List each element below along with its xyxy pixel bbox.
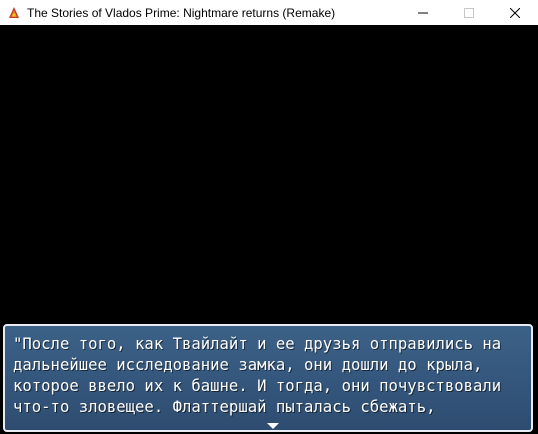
title-bar[interactable]: The Stories of Vlados Prime: Nightmare r…: [0, 0, 538, 25]
minimize-button[interactable]: [400, 0, 446, 25]
message-line: что-то зловещее. Флаттершай пыталась сбе…: [13, 398, 436, 416]
app-icon: [6, 5, 22, 21]
message-line: дальнейшее исследование замка, они дошли…: [13, 356, 483, 374]
window-controls: [400, 0, 538, 25]
close-icon: [509, 3, 521, 22]
down-arrow-icon[interactable]: [267, 423, 279, 429]
maximize-icon: [464, 3, 474, 22]
close-button[interactable]: [492, 0, 538, 25]
message-window[interactable]: "После того, как Твайлайт и ее друзья от…: [3, 324, 533, 432]
message-line: "После того, как Твайлайт и ее друзья от…: [13, 335, 502, 353]
game-window: The Stories of Vlados Prime: Nightmare r…: [0, 0, 538, 434]
maximize-button[interactable]: [446, 0, 492, 25]
window-title: The Stories of Vlados Prime: Nightmare r…: [27, 5, 336, 20]
game-canvas[interactable]: "После того, как Твайлайт и ее друзья от…: [0, 25, 538, 434]
message-text: "После того, как Твайлайт и ее друзья от…: [13, 334, 531, 418]
minimize-icon: [418, 3, 428, 22]
message-line: которое ввело их к башне. И тогда, они п…: [13, 377, 502, 395]
